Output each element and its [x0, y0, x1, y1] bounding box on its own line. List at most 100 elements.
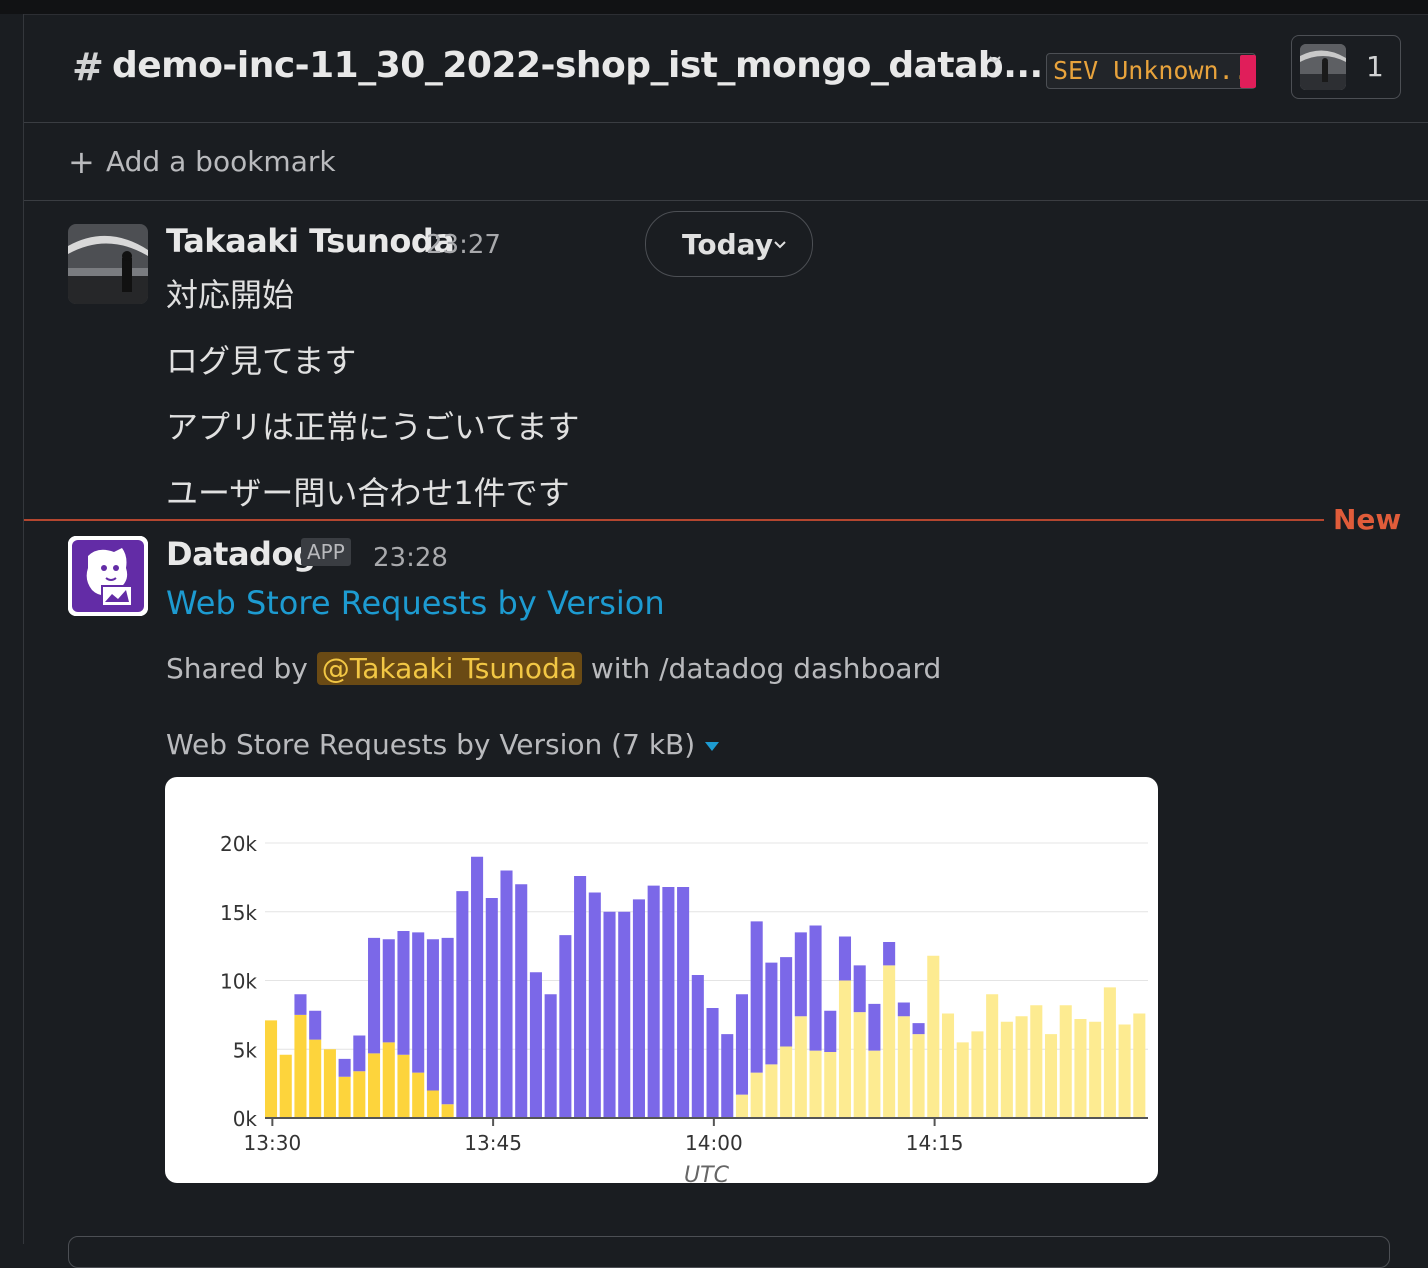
user-avatar[interactable] [68, 224, 148, 304]
chart-bar [706, 1008, 719, 1118]
window-top-strip [0, 0, 1428, 15]
chart-bar [662, 887, 675, 1118]
chart-bar [353, 1035, 366, 1072]
chart-bar [559, 935, 572, 1118]
chart-bar [824, 1052, 837, 1118]
date-divider-button[interactable]: Today [645, 211, 813, 277]
chart-y-tick-label: 5k [233, 1038, 258, 1062]
chart-bar [294, 994, 307, 1015]
chart-bar [1074, 1019, 1087, 1118]
chevron-down-icon [774, 241, 786, 249]
shared-prefix: Shared by [166, 652, 308, 685]
chart-bar [897, 1002, 910, 1017]
chart-y-tick-label: 20k [220, 832, 257, 856]
app-badge: APP [301, 538, 351, 566]
chart-bar [1103, 987, 1116, 1118]
chart-bar [441, 937, 454, 1105]
chart-bar [809, 1050, 822, 1118]
chart-bar [309, 1010, 322, 1040]
chart-x-tick-label: 14:00 [685, 1131, 743, 1155]
message-timestamp[interactable]: 23:28 [373, 543, 448, 573]
chart-bar [750, 1072, 763, 1118]
file-attachment-header[interactable]: Web Store Requests by Version (7 kB) [166, 728, 720, 761]
chart-bar [1000, 1021, 1013, 1118]
message-timestamp[interactable]: 23:27 [426, 230, 501, 260]
chart-bar [721, 1034, 734, 1118]
chart-bar [412, 932, 425, 1073]
message-text: アプリは正常にうごいてます [166, 408, 580, 446]
new-messages-divider [24, 519, 1324, 521]
chart-bar [897, 1016, 910, 1118]
chart-bar [735, 994, 749, 1095]
chart-bar [853, 965, 866, 1013]
message-text: ユーザー問い合わせ1件です [166, 474, 570, 512]
chart-bar [780, 1046, 793, 1118]
chart-bar [1089, 1021, 1102, 1118]
chevron-down-icon[interactable] [988, 53, 1002, 67]
chart-bar [912, 1034, 925, 1118]
chart-bar [456, 891, 469, 1118]
chart-bar [397, 931, 410, 1055]
caret-down-icon[interactable] [705, 741, 720, 751]
new-messages-label: New [1333, 503, 1402, 536]
chart-bar [912, 1023, 925, 1035]
chart-bar [471, 856, 484, 1118]
chart-bar [927, 955, 940, 1118]
sev-status-badge[interactable]: SEV Unknown.. [1046, 53, 1256, 89]
shared-suffix: with /datadog dashboard [590, 652, 942, 685]
chart-bar [1030, 1005, 1043, 1118]
chart-bar [368, 937, 381, 1054]
user-mention[interactable]: @Takaaki Tsunoda [316, 652, 582, 685]
datadog-logo-icon[interactable] [68, 536, 148, 616]
chart-bar [750, 921, 763, 1073]
chart-bar [500, 870, 513, 1118]
chart-bar [588, 892, 601, 1118]
members-button[interactable]: 1 [1291, 35, 1401, 99]
chart-bar [309, 1039, 322, 1118]
message-composer[interactable] [68, 1236, 1390, 1268]
chart-bar [883, 965, 896, 1118]
chart-y-tick-label: 0k [233, 1107, 258, 1131]
chart-bar [765, 1064, 778, 1118]
message-author[interactable]: Datadog [166, 535, 316, 573]
chart-bar [397, 1054, 410, 1118]
red-flag-icon [1240, 55, 1256, 88]
chart-bar [1118, 1024, 1131, 1118]
chart-image-card[interactable]: 0k 5k 10k 15k 20k 13:30 13:45 14:00 14:15 UTC [165, 777, 1158, 1183]
message-text: ログ見てます [166, 342, 357, 380]
chart-x-tick-label: 13:45 [464, 1131, 522, 1155]
chart-x-tick-label: 14:15 [906, 1131, 964, 1155]
chart-bar [1015, 1016, 1028, 1118]
chart-bar [323, 1049, 336, 1118]
workspace-sidebar-edge [0, 14, 24, 1244]
plus-icon[interactable]: + [68, 143, 95, 181]
chart-bar [941, 1013, 955, 1118]
member-avatar [1300, 44, 1346, 90]
chart-bar [441, 1104, 454, 1118]
bookmarks-bar: + Add a bookmark [24, 123, 1428, 201]
chart-bar [1044, 1034, 1058, 1118]
channel-name[interactable]: demo-inc-11_30_2022-shop_ist_mongo_datab… [112, 45, 1043, 86]
channel-header: # demo-inc-11_30_2022-shop_ist_mongo_dat… [24, 15, 1428, 123]
message-author[interactable]: Takaaki Tsunoda [166, 222, 455, 260]
message-text: 対応開始 [166, 276, 295, 314]
chart-bar [338, 1076, 351, 1118]
chart-y-tick-label: 10k [220, 970, 257, 994]
chart-bar [794, 932, 807, 1017]
chart-y-tick-label: 15k [220, 901, 257, 925]
chart-bar [838, 980, 852, 1118]
chart-bar [618, 911, 631, 1118]
chart-bar [382, 939, 395, 1043]
date-divider-label: Today [682, 228, 773, 261]
chart-bar [691, 975, 704, 1118]
chart-bar [382, 1042, 395, 1118]
dashboard-link[interactable]: Web Store Requests by Version [166, 584, 665, 622]
chart-bar [265, 1020, 278, 1118]
chart-bar [677, 887, 690, 1118]
add-bookmark-button[interactable]: Add a bookmark [106, 145, 336, 178]
channel-hash-icon: # [72, 45, 104, 89]
chart-bar [574, 876, 587, 1118]
chart-bar [647, 885, 660, 1118]
chart-bar [794, 1016, 807, 1118]
shared-by-line: Shared by @Takaaki Tsunoda with /datadog… [166, 652, 941, 685]
